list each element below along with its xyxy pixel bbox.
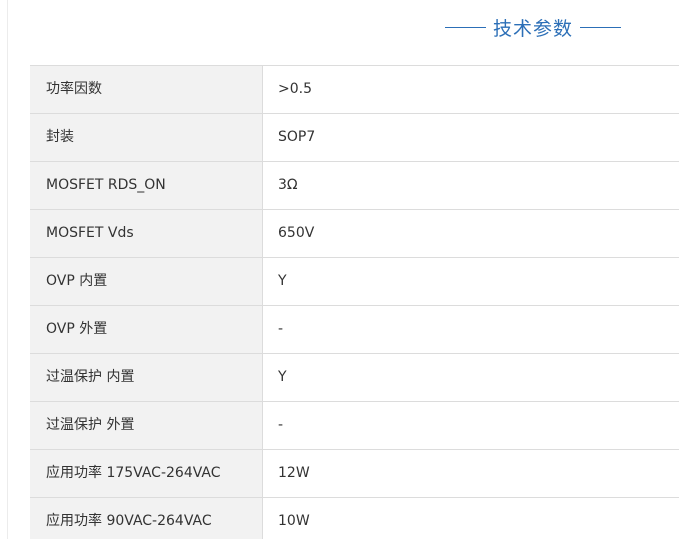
heading-dash-left (445, 26, 486, 28)
spec-label: 应用功率 90VAC-264VAC (30, 498, 263, 539)
table-row: 应用功率 90VAC-264VAC 10W (30, 498, 679, 539)
spec-value: >0.5 (278, 81, 312, 97)
section-heading: 技术参数 (445, 14, 622, 40)
spec-label: 过温保护 外置 (30, 402, 263, 449)
spec-value: 12W (278, 465, 310, 481)
spec-value: 3Ω (278, 177, 298, 193)
spec-value: 650V (278, 225, 315, 241)
spec-value: - (278, 321, 284, 337)
table-row: OVP 内置 Y (30, 258, 679, 306)
spec-label: OVP 内置 (30, 258, 263, 305)
spec-label: MOSFET Vds (30, 210, 263, 257)
page-left-border (7, 0, 8, 539)
heading-dash-right (580, 26, 622, 28)
spec-value: 10W (278, 513, 310, 529)
spec-value: Y (278, 273, 287, 289)
section-title: 技术参数 (493, 17, 574, 40)
table-row: 应用功率 175VAC-264VAC 12W (30, 450, 679, 498)
table-row: MOSFET RDS_ON 3Ω (30, 162, 679, 210)
table-row: OVP 外置 - (30, 306, 679, 354)
spec-label: 封装 (30, 114, 263, 161)
spec-label: 功率因数 (30, 66, 263, 113)
table-row: 过温保护 外置 - (30, 402, 679, 450)
spec-label: 应用功率 175VAC-264VAC (30, 450, 263, 497)
table-row: 过温保护 内置 Y (30, 354, 679, 402)
spec-value: - (278, 417, 284, 433)
spec-label: 过温保护 内置 (30, 354, 263, 401)
table-row: 功率因数 >0.5 (30, 66, 679, 114)
product-spec-page: 技术参数 功率因数 >0.5 封装 SOP7 MOSFET RDS_ON 3Ω … (0, 0, 679, 539)
table-row: 封装 SOP7 (30, 114, 679, 162)
table-row: MOSFET Vds 650V (30, 210, 679, 258)
spec-label: MOSFET RDS_ON (30, 162, 263, 209)
spec-label: OVP 外置 (30, 306, 263, 353)
spec-table: 功率因数 >0.5 封装 SOP7 MOSFET RDS_ON 3Ω MOSFE… (30, 65, 679, 539)
spec-value: SOP7 (278, 129, 316, 145)
spec-value: Y (278, 369, 287, 385)
